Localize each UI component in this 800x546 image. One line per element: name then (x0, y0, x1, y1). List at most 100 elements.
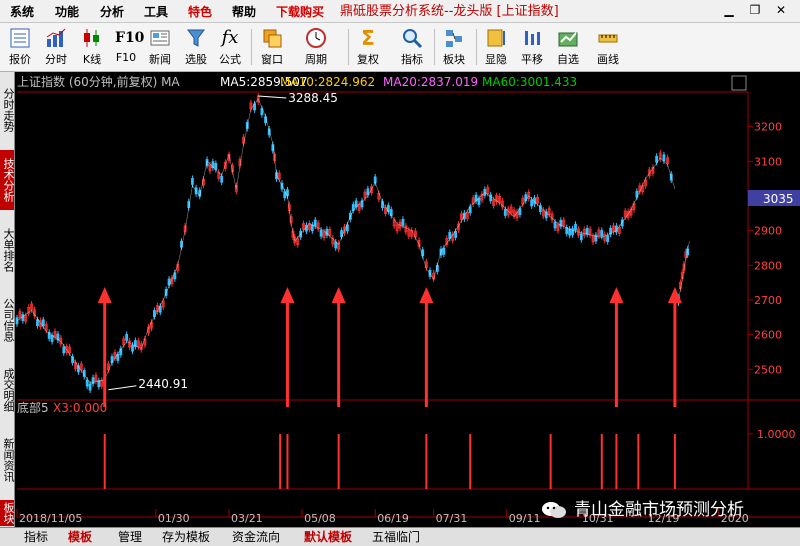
restore-icon[interactable]: ❐ (742, 3, 768, 17)
lower-tick-label: 1.0000 (757, 428, 796, 441)
toolbar-separator (251, 29, 252, 65)
toolbar: 报价 分时 K线 F10 F10 新闻 选股 fx 公式 窗口 周期 Σ 复权 … (0, 23, 800, 72)
menu-analysis[interactable]: 分析 (100, 3, 124, 20)
price-plot: 250026002700280029003000310032003288.452… (15, 91, 800, 525)
tab-save-template[interactable]: 存为模板 (156, 529, 216, 545)
quote-label: 报价 (9, 53, 31, 66)
tab-manage[interactable]: 管理 (112, 529, 148, 545)
tab-template[interactable]: 模板 (62, 529, 98, 545)
window-controls: ▁ ❐ ✕ (716, 3, 794, 17)
x-tick-label: 03/21 (231, 512, 263, 525)
y-tick-label: 2500 (754, 363, 782, 376)
tab-big-order-ranking[interactable]: 大单排名 (0, 220, 15, 280)
show-hide-label: 显隐 (485, 53, 507, 66)
menu-function[interactable]: 功能 (55, 3, 79, 20)
draw-line-label: 画线 (597, 53, 619, 66)
chart-area[interactable]: 上证指数 (60分钟,前复权) MA MA5:2859.507 MA10:282… (15, 72, 800, 527)
tab-wufu-linmen[interactable]: 五福临门 (366, 529, 426, 545)
tab-news[interactable]: 新闻资讯 (0, 430, 15, 490)
menu-help[interactable]: 帮助 (232, 3, 256, 20)
app-title: 鼎砥股票分析系统--龙头版 [上证指数] (340, 4, 559, 19)
stock-picker-button[interactable]: 选股 (178, 25, 214, 69)
kline-chart[interactable]: 上证指数 (60分钟,前复权) MA MA5:2859.507 MA10:282… (15, 72, 800, 527)
x-tick-label: 09/11 (509, 512, 541, 525)
candle-body (97, 380, 101, 388)
candle-body (477, 198, 481, 205)
menu-download-buy[interactable]: 下载购买 (276, 3, 324, 20)
y-tick-label: 3100 (754, 155, 782, 168)
tab-indicator[interactable]: 指标 (18, 529, 54, 545)
candle-body (553, 221, 557, 229)
sector-icon (446, 30, 462, 47)
candle-body (88, 383, 92, 391)
candle-body (655, 155, 659, 163)
tab-technical-analysis[interactable]: 技术分析 (0, 150, 15, 210)
candle-body (401, 218, 405, 226)
sigma-icon: Σ (361, 26, 375, 50)
signal-arrow-head (97, 287, 112, 303)
chart-maximize-button[interactable] (731, 75, 747, 91)
toolbar-separator (348, 29, 349, 65)
sector-label: 板块 (443, 53, 465, 66)
intraday-button[interactable]: 分时 (38, 25, 74, 69)
candle-body (662, 154, 666, 162)
close-icon[interactable]: ✕ (768, 3, 794, 17)
candle-body (489, 194, 493, 202)
draw-line-icon (598, 34, 618, 43)
signal-arrow-head (609, 287, 624, 303)
tab-trade-details[interactable]: 成交明细 (0, 360, 15, 420)
x-tick-label: 01/30 (158, 512, 190, 525)
candle-body (21, 314, 25, 322)
candle-body (41, 319, 45, 327)
kline-label: K线 (82, 53, 102, 66)
candle-body (334, 241, 338, 249)
indicator-search-icon (403, 29, 423, 49)
y-tick-label: 2600 (754, 329, 782, 342)
menu-special[interactable]: 特色 (188, 3, 212, 20)
tab-company-info[interactable]: 公司信息 (0, 290, 15, 350)
window-button[interactable]: 窗口 (254, 25, 290, 69)
intraday-icon (46, 28, 66, 47)
candle-body (214, 163, 218, 170)
lower-indicator-name: 底部5 (17, 400, 49, 415)
tab-intraday-trend[interactable]: 分时走势 (0, 80, 15, 140)
show-hide-icon (487, 29, 505, 47)
kline-button[interactable]: K线 (74, 25, 110, 69)
news-label: 新闻 (149, 53, 171, 66)
tab-fund-flow[interactable]: 资金流向 (226, 529, 286, 545)
draw-line-button[interactable]: 画线 (590, 25, 626, 69)
adjust-button[interactable]: Σ 复权 (350, 25, 386, 69)
minimize-icon[interactable]: ▁ (716, 3, 742, 17)
indicator-label: 指标 (401, 53, 423, 66)
y-tick-label: 2700 (754, 294, 782, 307)
tab-sector[interactable]: 板块 (0, 500, 15, 526)
formula-button[interactable]: fx 公式 (212, 25, 248, 69)
news-button[interactable]: 新闻 (142, 25, 178, 69)
candle-body (503, 209, 507, 216)
f10-button[interactable]: F10 F10 (108, 25, 144, 69)
watchlist-button[interactable]: 自选 (550, 25, 586, 69)
quote-button[interactable]: 报价 (2, 25, 38, 69)
tab-default-template[interactable]: 默认模板 (298, 529, 358, 545)
indicator-button[interactable]: 指标 (394, 25, 430, 69)
low-annotation-line (108, 385, 137, 391)
bottom-tab-bar: 指标 模板 管理 存为模板 资金流向 默认模板 五福临门 (0, 527, 800, 546)
sector-button[interactable]: 板块 (436, 25, 472, 69)
quote-icon (10, 28, 30, 48)
watchlist-icon (558, 32, 578, 47)
period-button[interactable]: 周期 (298, 25, 334, 69)
formula-icon: fx (221, 27, 239, 48)
candle-body (125, 334, 129, 341)
pan-button[interactable]: 平移 (514, 25, 550, 69)
menu-system[interactable]: 系统 (10, 3, 34, 20)
menu-bar: 系统 功能 分析 工具 特色 帮助 下载购买 鼎砥股票分析系统--龙头版 [上证… (0, 0, 800, 23)
price-series-recent (678, 240, 690, 301)
lower-indicator-x3: X3:0.000 (53, 401, 107, 415)
candle-body (600, 230, 604, 237)
show-hide-button[interactable]: 显隐 (478, 25, 514, 69)
candle-body (579, 233, 583, 241)
candle-body (568, 228, 572, 236)
f10-icon: F10 (115, 30, 145, 46)
y-tick-label: 2800 (754, 259, 782, 272)
menu-tools[interactable]: 工具 (144, 3, 168, 20)
